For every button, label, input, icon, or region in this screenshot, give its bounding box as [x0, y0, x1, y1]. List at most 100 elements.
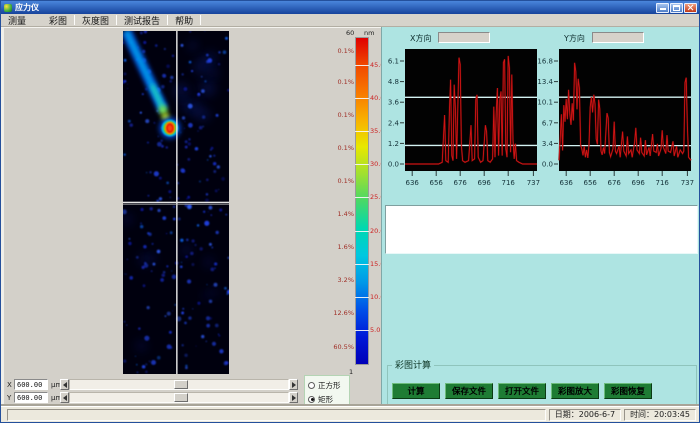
result-text-area — [385, 205, 698, 254]
svg-text:636: 636 — [406, 179, 420, 187]
colormap-image[interactable] — [123, 31, 229, 374]
y-chart-readout — [592, 32, 644, 43]
scale-percent-label: 0.1% — [331, 177, 354, 185]
color-scale-bar — [355, 37, 369, 365]
radio-label: 正方形 — [318, 380, 341, 391]
scale-max-label: 60 — [346, 29, 354, 37]
svg-text:636: 636 — [560, 179, 574, 187]
radio-label: 矩形 — [318, 394, 333, 405]
close-button[interactable] — [684, 3, 697, 13]
svg-text:656: 656 — [584, 179, 598, 187]
svg-text:10.1: 10.1 — [537, 99, 553, 107]
scale-tick — [355, 330, 369, 331]
shape-radio-2[interactable]: 矩形 — [308, 392, 346, 406]
arrow-right-icon — [292, 395, 299, 401]
y-scrollbar[interactable] — [60, 392, 298, 403]
menu-item-3[interactable]: 灰度图 — [75, 14, 116, 26]
svg-text:6.1: 6.1 — [388, 58, 399, 66]
y-size-input[interactable] — [14, 392, 48, 403]
y-scroll-thumb[interactable] — [174, 393, 188, 402]
left-panel: 60 nm 1 45.040.035.030.025.020.015.010.0… — [1, 27, 381, 406]
svg-text:716: 716 — [502, 179, 516, 187]
calc-button-3[interactable]: 打开文件 — [498, 383, 546, 399]
shape-radio-group: 正方形矩形 — [304, 375, 350, 409]
calc-panel-title: 彩图计算 — [392, 358, 434, 371]
arrow-left-icon — [60, 382, 67, 388]
status-date: 日期：2006-6-7 — [549, 409, 621, 421]
arrow-right-icon — [292, 382, 299, 388]
status-message-panel — [7, 409, 546, 421]
menu-item-2[interactable]: 彩图 — [42, 14, 74, 26]
title-bar: 应力仪 — [1, 1, 699, 14]
y-scroll-left-button[interactable] — [60, 392, 69, 403]
scale-percent-label: 1.6% — [331, 243, 354, 251]
calc-button-row: 计算保存文件打开文件彩图放大彩图恢复 — [392, 383, 657, 399]
scale-tick — [355, 65, 369, 66]
radio-icon — [308, 382, 315, 389]
x-chart-readout — [438, 32, 490, 43]
app-window: 应力仪 测量彩图灰度图测试报告帮助 60 nm 1 45.040.035.030… — [0, 0, 700, 423]
svg-text:716: 716 — [656, 179, 670, 187]
status-time: 时间：20:03:45 — [624, 409, 696, 421]
calc-button-5[interactable]: 彩图恢复 — [604, 383, 652, 399]
menu-item-4[interactable]: 测试报告 — [117, 14, 167, 26]
color-scale: 60 nm 1 45.040.035.030.025.020.015.010.0… — [331, 28, 381, 378]
x-scroll-left-button[interactable] — [60, 379, 69, 390]
x-scroll-right-button[interactable] — [289, 379, 298, 390]
shape-radio-1[interactable]: 正方形 — [308, 378, 346, 392]
minimize-icon — [660, 8, 666, 10]
menu-item-5[interactable]: 帮助 — [168, 14, 200, 26]
scale-tick — [355, 131, 369, 132]
scale-unit-label: nm — [364, 29, 374, 37]
x-axis-label: X — [7, 381, 12, 389]
y-direction-chart-group: Y方向 16.813.410.16.73.40.0636656676696716… — [536, 27, 696, 199]
close-icon — [687, 4, 694, 11]
calc-button-4[interactable]: 彩图放大 — [551, 383, 599, 399]
scale-percent-label: 60.5% — [331, 343, 354, 351]
restore-icon — [673, 5, 680, 11]
svg-text:3.6: 3.6 — [388, 99, 400, 107]
svg-text:696: 696 — [478, 179, 492, 187]
window-title: 应力仪 — [15, 2, 655, 14]
app-icon — [4, 4, 12, 12]
svg-text:0.0: 0.0 — [542, 161, 553, 169]
scale-percent-label: 3.2% — [331, 276, 354, 284]
x-profile-plot: 6.14.83.62.41.20.0636656676696716737 — [382, 43, 542, 197]
svg-text:676: 676 — [608, 179, 622, 187]
x-scrollbar[interactable] — [60, 379, 298, 390]
scale-percent-label: 0.1% — [331, 78, 354, 86]
status-bar: 日期：2006-6-7 时间：20:03:45 — [1, 406, 699, 422]
scale-percent-label: 0.1% — [331, 47, 354, 55]
arrow-left-icon — [60, 395, 67, 401]
svg-text:3.4: 3.4 — [542, 140, 554, 148]
menu-separator — [200, 15, 201, 25]
main-area: 60 nm 1 45.040.035.030.025.020.015.010.0… — [1, 27, 699, 406]
scale-tick — [355, 231, 369, 232]
svg-text:4.8: 4.8 — [388, 78, 399, 86]
svg-text:737: 737 — [681, 179, 694, 187]
scale-percent-label: 12.6% — [331, 309, 354, 317]
menu-bar: 测量彩图灰度图测试报告帮助 — [1, 14, 699, 27]
svg-text:13.4: 13.4 — [537, 78, 553, 86]
scale-tick — [355, 297, 369, 298]
scale-percent-label: 0.1% — [331, 144, 354, 152]
panel-edge — [1, 28, 4, 406]
x-scroll-thumb[interactable] — [174, 380, 188, 389]
minimize-button[interactable] — [656, 3, 669, 13]
y-scroll-right-button[interactable] — [289, 392, 298, 403]
svg-text:2.4: 2.4 — [388, 119, 400, 127]
x-scroll-track[interactable] — [69, 379, 289, 390]
restore-button[interactable] — [670, 3, 683, 13]
right-panel: X方向 6.14.83.62.41.20.0636656676696716737… — [381, 27, 699, 406]
y-scroll-track[interactable] — [69, 392, 289, 403]
calc-button-2[interactable]: 保存文件 — [445, 383, 493, 399]
scale-percent-label: 1.4% — [331, 210, 354, 218]
svg-text:696: 696 — [632, 179, 646, 187]
x-direction-chart-group: X方向 6.14.83.62.41.20.0636656676696716737 — [382, 27, 542, 199]
calc-button-1[interactable]: 计算 — [392, 383, 440, 399]
scale-tick — [355, 264, 369, 265]
svg-text:6.7: 6.7 — [542, 119, 553, 127]
x-size-input[interactable] — [14, 379, 48, 390]
menu-item-1[interactable]: 测量 — [1, 14, 33, 26]
svg-text:1.2: 1.2 — [388, 140, 399, 148]
